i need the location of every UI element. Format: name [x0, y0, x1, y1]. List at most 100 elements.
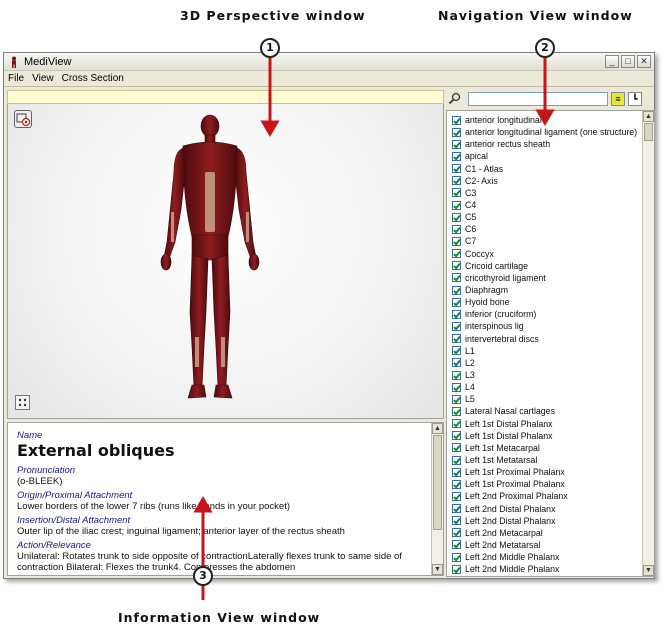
- list-item[interactable]: anterior longitudinal ligament (one stru…: [447, 126, 643, 138]
- list-item[interactable]: interspinous lig: [447, 320, 643, 332]
- list-item[interactable]: Left 1st Distal Phalanx: [447, 430, 643, 442]
- list-item[interactable]: inferior (cruciform): [447, 308, 643, 320]
- checkbox[interactable]: [452, 273, 461, 283]
- checkbox[interactable]: [452, 564, 461, 574]
- checkbox[interactable]: [452, 151, 461, 161]
- scroll-thumb[interactable]: [433, 435, 442, 530]
- list-item[interactable]: Left 2nd Distal Phalanx: [447, 503, 643, 515]
- checkbox[interactable]: [452, 261, 461, 271]
- list-item[interactable]: Coccyx: [447, 248, 643, 260]
- list-item[interactable]: apical: [447, 150, 643, 162]
- list-item[interactable]: Lateral Nasal cartlages: [447, 405, 643, 417]
- list-item[interactable]: Left 2nd Middle Phalanx: [447, 551, 643, 563]
- list-item[interactable]: Left 1st Proximal Phalanx: [447, 466, 643, 478]
- perspective-view[interactable]: [7, 104, 444, 419]
- list-item[interactable]: cricothyroid ligament: [447, 272, 643, 284]
- list-item[interactable]: L2: [447, 357, 643, 369]
- checkbox[interactable]: [452, 467, 461, 477]
- reset-view-icon[interactable]: [15, 395, 30, 410]
- list-item[interactable]: L1: [447, 345, 643, 357]
- list-item[interactable]: Hyoid bone: [447, 296, 643, 308]
- checkbox[interactable]: [452, 491, 461, 501]
- list-item[interactable]: Left 2nd Metatarsal: [447, 539, 643, 551]
- list-item[interactable]: C7: [447, 235, 643, 247]
- close-icon[interactable]: ✕: [637, 55, 651, 68]
- checkbox[interactable]: [452, 540, 461, 550]
- list-item[interactable]: Left 1st Metatarsal: [447, 454, 643, 466]
- list-item[interactable]: anterior longitudinal: [447, 114, 643, 126]
- title-bar[interactable]: MediView _ □ ✕: [4, 53, 654, 71]
- menu-view[interactable]: View: [32, 73, 54, 84]
- list-item[interactable]: anterior rectus sheath: [447, 138, 643, 150]
- list-scroll-thumb[interactable]: [644, 123, 653, 141]
- checkbox[interactable]: [452, 139, 461, 149]
- list-scroll-down-icon[interactable]: ▼: [643, 565, 654, 576]
- list-item[interactable]: Cricoid cartilage: [447, 260, 643, 272]
- checkbox[interactable]: [452, 127, 461, 137]
- list-item[interactable]: L3: [447, 369, 643, 381]
- list-item[interactable]: C1 - Atlas: [447, 163, 643, 175]
- menu-file[interactable]: File: [8, 73, 24, 84]
- checkbox[interactable]: [452, 394, 461, 404]
- camera-icon[interactable]: [14, 110, 32, 128]
- list-item[interactable]: C5: [447, 211, 643, 223]
- name-label: Name: [17, 430, 43, 441]
- checkbox[interactable]: [452, 516, 461, 526]
- list-item[interactable]: Left 2nd Middle Phalanx: [447, 563, 643, 575]
- list-item[interactable]: C3: [447, 187, 643, 199]
- checkbox[interactable]: [452, 552, 461, 562]
- list-item[interactable]: C6: [447, 223, 643, 235]
- anatomy-figure[interactable]: [150, 112, 270, 412]
- checkbox[interactable]: [452, 236, 461, 246]
- checkbox[interactable]: [452, 334, 461, 344]
- list-item[interactable]: Left 2nd Proximal Phalanx: [447, 490, 643, 502]
- list-item[interactable]: Left 2nd Distal Phalanx: [447, 515, 643, 527]
- checkbox[interactable]: [452, 419, 461, 429]
- list-scrollbar[interactable]: ▲ ▼: [642, 111, 654, 576]
- checkbox[interactable]: [452, 164, 461, 174]
- checkbox[interactable]: [452, 188, 461, 198]
- list-item[interactable]: Left 1st Metacarpal: [447, 442, 643, 454]
- maximize-icon[interactable]: □: [621, 55, 635, 68]
- checkbox[interactable]: [452, 212, 461, 222]
- list-item[interactable]: intervertebral discs: [447, 333, 643, 345]
- checkbox[interactable]: [452, 297, 461, 307]
- search-icon[interactable]: [448, 92, 462, 106]
- checkbox[interactable]: [452, 528, 461, 538]
- checkbox[interactable]: [452, 200, 461, 210]
- checkbox[interactable]: [452, 285, 461, 295]
- minimize-icon[interactable]: _: [605, 55, 619, 68]
- checkbox[interactable]: [452, 249, 461, 259]
- checkbox[interactable]: [452, 176, 461, 186]
- list-item[interactable]: C2- Axis: [447, 175, 643, 187]
- list-item[interactable]: Left 1st Distal Phalanx: [447, 418, 643, 430]
- checkbox[interactable]: [452, 431, 461, 441]
- list-item[interactable]: L5: [447, 393, 643, 405]
- menu-cross-section[interactable]: Cross Section: [62, 73, 124, 84]
- checkbox[interactable]: [452, 224, 461, 234]
- checkbox[interactable]: [452, 358, 461, 368]
- checkbox[interactable]: [452, 115, 461, 125]
- checkbox[interactable]: [452, 370, 461, 380]
- checkbox[interactable]: [452, 309, 461, 319]
- checkbox[interactable]: [452, 406, 461, 416]
- checkbox[interactable]: [452, 443, 461, 453]
- checkbox[interactable]: [452, 382, 461, 392]
- list-item[interactable]: Diaphragm: [447, 284, 643, 296]
- checkbox[interactable]: [452, 479, 461, 489]
- scroll-down-icon[interactable]: ▼: [432, 564, 443, 575]
- list-scroll-up-icon[interactable]: ▲: [643, 111, 654, 122]
- list-view-icon[interactable]: ≡: [611, 91, 625, 106]
- list-item[interactable]: Left 1st Proximal Phalanx: [447, 478, 643, 490]
- list-item[interactable]: L4: [447, 381, 643, 393]
- info-scrollbar[interactable]: ▲ ▼: [431, 423, 443, 575]
- search-input[interactable]: [468, 91, 608, 106]
- scroll-up-icon[interactable]: ▲: [432, 423, 443, 434]
- list-item[interactable]: C4: [447, 199, 643, 211]
- list-item[interactable]: Left 2nd Metacarpal: [447, 527, 643, 539]
- checkbox[interactable]: [452, 321, 461, 331]
- checkbox[interactable]: [452, 455, 461, 465]
- checkbox[interactable]: [452, 346, 461, 356]
- checkbox[interactable]: [452, 504, 461, 514]
- tree-view-icon[interactable]: ┗: [628, 91, 642, 106]
